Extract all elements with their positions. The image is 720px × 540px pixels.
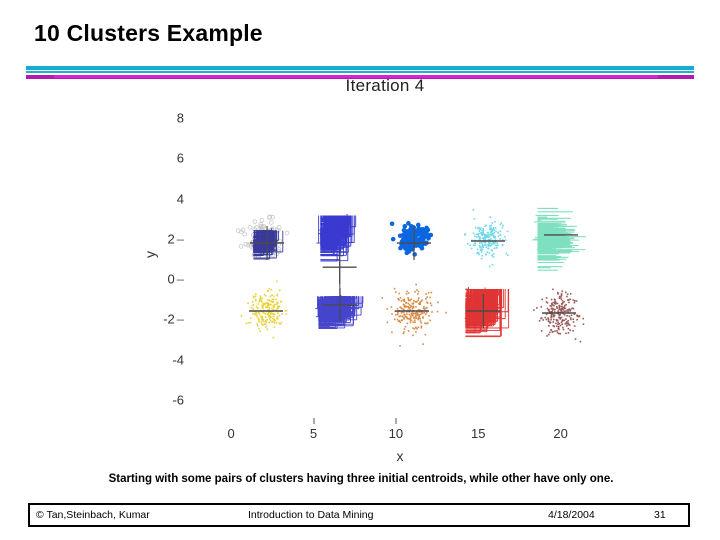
x-axis-tick-labels: 0 5 10 15 20 xyxy=(190,418,610,448)
x-tick-label: 5 xyxy=(309,426,318,441)
y-axis-label: y xyxy=(142,251,158,258)
cluster-cluster-8-bottom-fourth xyxy=(464,287,509,338)
y-tick-label: -6 xyxy=(172,392,184,408)
footer-page-number: 31 xyxy=(654,509,666,521)
page-title: 10 Clusters Example xyxy=(34,20,263,46)
centroid-stem xyxy=(339,258,341,298)
y-tick-label: -2– xyxy=(163,311,184,327)
cluster-cluster-4-bottom-second xyxy=(315,288,364,330)
y-axis-tick-labels: 8 6 4 2– 0– -2– -4 -6 xyxy=(150,98,190,418)
cluster-cluster-7-top-fourth xyxy=(464,208,509,268)
x-tick-mark xyxy=(395,418,397,424)
y-tick-label: -4 xyxy=(172,352,184,368)
cluster-cluster-6-bottom-middle xyxy=(381,284,448,348)
x-tick-mark xyxy=(313,418,315,424)
x-tick-label: 10 xyxy=(388,426,404,441)
x-tick-label: 20 xyxy=(553,426,568,441)
chart-title: Iteration 4 xyxy=(345,76,425,95)
plot-area xyxy=(190,98,610,424)
slide-footer: © Tan,Steinbach, Kumar Introduction to D… xyxy=(28,503,690,527)
y-tick-label: 8 xyxy=(176,110,184,126)
footer-book-title: Introduction to Data Mining xyxy=(248,509,374,521)
divider-line-cyan-thin xyxy=(26,71,694,73)
scatter-plot-figure: Iteration 4 8 6 4 2– 0– -2– -4 -6 y 0 5 10 15 20 x xyxy=(142,76,620,471)
y-tick-label: 2– xyxy=(167,231,184,247)
y-tick-label: 0– xyxy=(167,271,184,287)
y-tick-label: 4 xyxy=(176,191,184,207)
x-tick-label: 15 xyxy=(471,426,486,441)
cluster-cluster-9-top-right xyxy=(531,207,586,271)
slide-caption: Starting with some pairs of clusters hav… xyxy=(108,473,614,485)
divider-line-cyan xyxy=(26,66,694,70)
cluster-cluster-3-top-second xyxy=(316,213,357,285)
x-tick-label: 0 xyxy=(227,426,235,441)
x-axis-label: x xyxy=(396,448,404,464)
cluster-cluster-10-bottom-right xyxy=(533,287,585,343)
cluster-cluster-1b-top-left-core xyxy=(250,225,285,260)
y-tick-label: 6 xyxy=(176,150,184,166)
footer-copyright: © Tan,Steinbach, Kumar xyxy=(36,509,150,521)
cluster-cluster-5-top-middle xyxy=(389,220,437,260)
cluster-cluster-2-bottom-left xyxy=(240,280,289,339)
footer-date: 4/18/2004 xyxy=(548,509,595,521)
